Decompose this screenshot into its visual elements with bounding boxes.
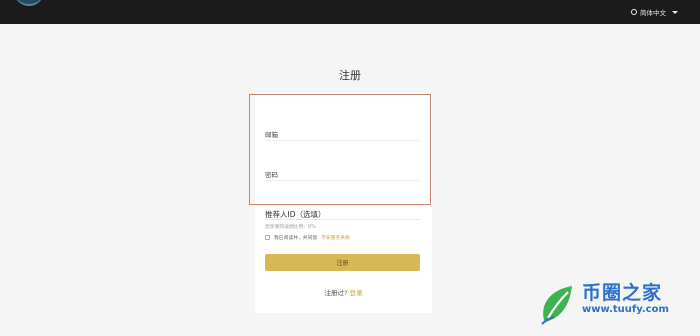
leaf-logo-icon <box>541 286 572 325</box>
site-watermark: 币圈之家 www.tuufy.com <box>536 282 669 326</box>
terms-agreement-row: 我已阅读并，并同意 币安服务条款 <box>265 234 350 241</box>
globe-icon <box>631 9 637 15</box>
email-label: 邮箱 <box>265 131 278 139</box>
language-selector[interactable]: 简体中文 <box>631 7 678 17</box>
page-title: 注册 <box>339 69 361 82</box>
language-label: 简体中文 <box>640 9 666 17</box>
password-label: 密码 <box>265 171 278 179</box>
password-field[interactable] <box>265 180 420 181</box>
login-link[interactable]: 登录 <box>349 289 362 297</box>
email-field[interactable] <box>265 140 420 141</box>
terms-link[interactable]: 币安服务条款 <box>321 234 350 241</box>
terms-text: 我已阅读并，并同意 <box>274 236 318 241</box>
brand-logo[interactable] <box>14 0 44 6</box>
top-nav-bar: 简体中文 <box>0 0 700 24</box>
login-prompt-row: 注册过? 登录 <box>255 287 432 297</box>
watermark-url: www.tuufy.com <box>582 304 669 315</box>
highlight-frame <box>249 94 431 205</box>
chevron-down-icon <box>672 10 678 14</box>
register-button[interactable]: 注册 <box>265 254 420 271</box>
referrer-id-field[interactable] <box>265 219 420 220</box>
terms-checkbox[interactable] <box>265 235 270 240</box>
commission-rate-text: 您享受的返佣比例：0% <box>265 225 316 230</box>
watermark-name: 币圈之家 <box>582 282 663 304</box>
login-prompt-text: 注册过? <box>324 289 348 297</box>
